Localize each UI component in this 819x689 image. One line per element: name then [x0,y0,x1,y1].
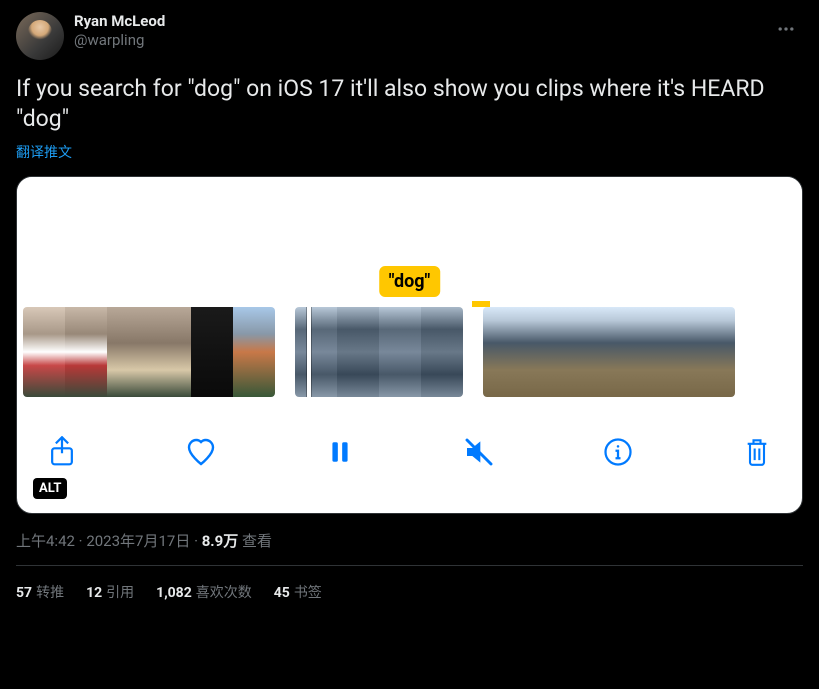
avatar[interactable] [16,12,64,60]
more-button[interactable] [769,12,803,46]
clip-thumbnail [421,307,463,397]
info-icon [603,437,633,467]
clip-group[interactable] [483,307,735,397]
pause-icon [327,437,353,467]
retweets-stat[interactable]: 57转推 [16,582,64,602]
like-button[interactable] [184,435,218,469]
clip-thumbnail [65,307,107,397]
bookmarks-count: 45 [274,585,290,601]
clip-group[interactable] [23,307,275,397]
clip-thumbnail [23,307,65,397]
clip-thumbnail [191,307,233,397]
bookmarks-label: 书签 [294,585,322,601]
search-term-label: "dog" [379,266,441,297]
delete-button[interactable] [740,435,774,469]
media-top: "dog" [17,177,802,307]
tweet-date[interactable]: 2023年7月17日 [86,532,190,550]
clip-thumbnail [337,307,379,397]
clip-thumbnail [525,307,567,397]
clip-thumbnail [233,307,275,397]
user-handle[interactable]: @warpling [74,31,165,50]
playhead[interactable] [307,307,311,397]
timeline-marker [472,301,490,307]
user-info: Ryan McLeod @warpling [74,12,165,50]
clip-thumbnail [651,307,693,397]
tweet-header: Ryan McLeod @warpling [16,12,803,60]
clip-thumbnail [609,307,651,397]
media-toolbar [17,397,802,485]
pause-button[interactable] [323,435,357,469]
quotes-count: 12 [86,585,102,601]
display-name[interactable]: Ryan McLeod [74,12,165,31]
clip-thumbnail [693,307,735,397]
alt-badge[interactable]: ALT [33,478,67,499]
retweets-label: 转推 [36,585,64,601]
share-icon [47,436,77,468]
likes-label: 喜欢次数 [196,585,252,601]
tweet-text: If you search for "dog" on iOS 17 it'll … [16,74,803,134]
likes-stat[interactable]: 1,082喜欢次数 [156,582,252,602]
tweet-container: Ryan McLeod @warpling If you search for … [0,0,819,618]
clip-thumbnail [483,307,525,397]
translate-link[interactable]: 翻译推文 [16,142,803,162]
clip-group-active[interactable] [295,307,463,397]
clip-thumbnail [295,307,337,397]
media-card[interactable]: "dog" [16,176,803,514]
more-icon [776,19,796,39]
mute-button[interactable] [462,435,496,469]
stats-row: 57转推 12引用 1,082喜欢次数 45书签 [16,566,803,618]
speaker-muted-icon [463,436,495,468]
tweet-meta: 上午4:42 · 2023年7月17日 · 8.9万 查看 [16,530,803,551]
video-timeline[interactable] [17,307,802,397]
share-button[interactable] [45,435,79,469]
quotes-stat[interactable]: 12引用 [86,582,134,602]
trash-icon [743,436,771,468]
tweet-time[interactable]: 上午4:42 [16,532,75,550]
views-count: 8.9万 [202,532,239,550]
clip-thumbnail [379,307,421,397]
views-label: 查看 [242,532,272,550]
quotes-label: 引用 [106,585,134,601]
heart-icon [185,436,217,468]
clip-thumbnail [149,307,191,397]
bookmarks-stat[interactable]: 45书签 [274,582,322,602]
likes-count: 1,082 [156,585,192,601]
retweets-count: 57 [16,585,32,601]
clip-thumbnail [567,307,609,397]
clip-thumbnail [107,307,149,397]
info-button[interactable] [601,435,635,469]
